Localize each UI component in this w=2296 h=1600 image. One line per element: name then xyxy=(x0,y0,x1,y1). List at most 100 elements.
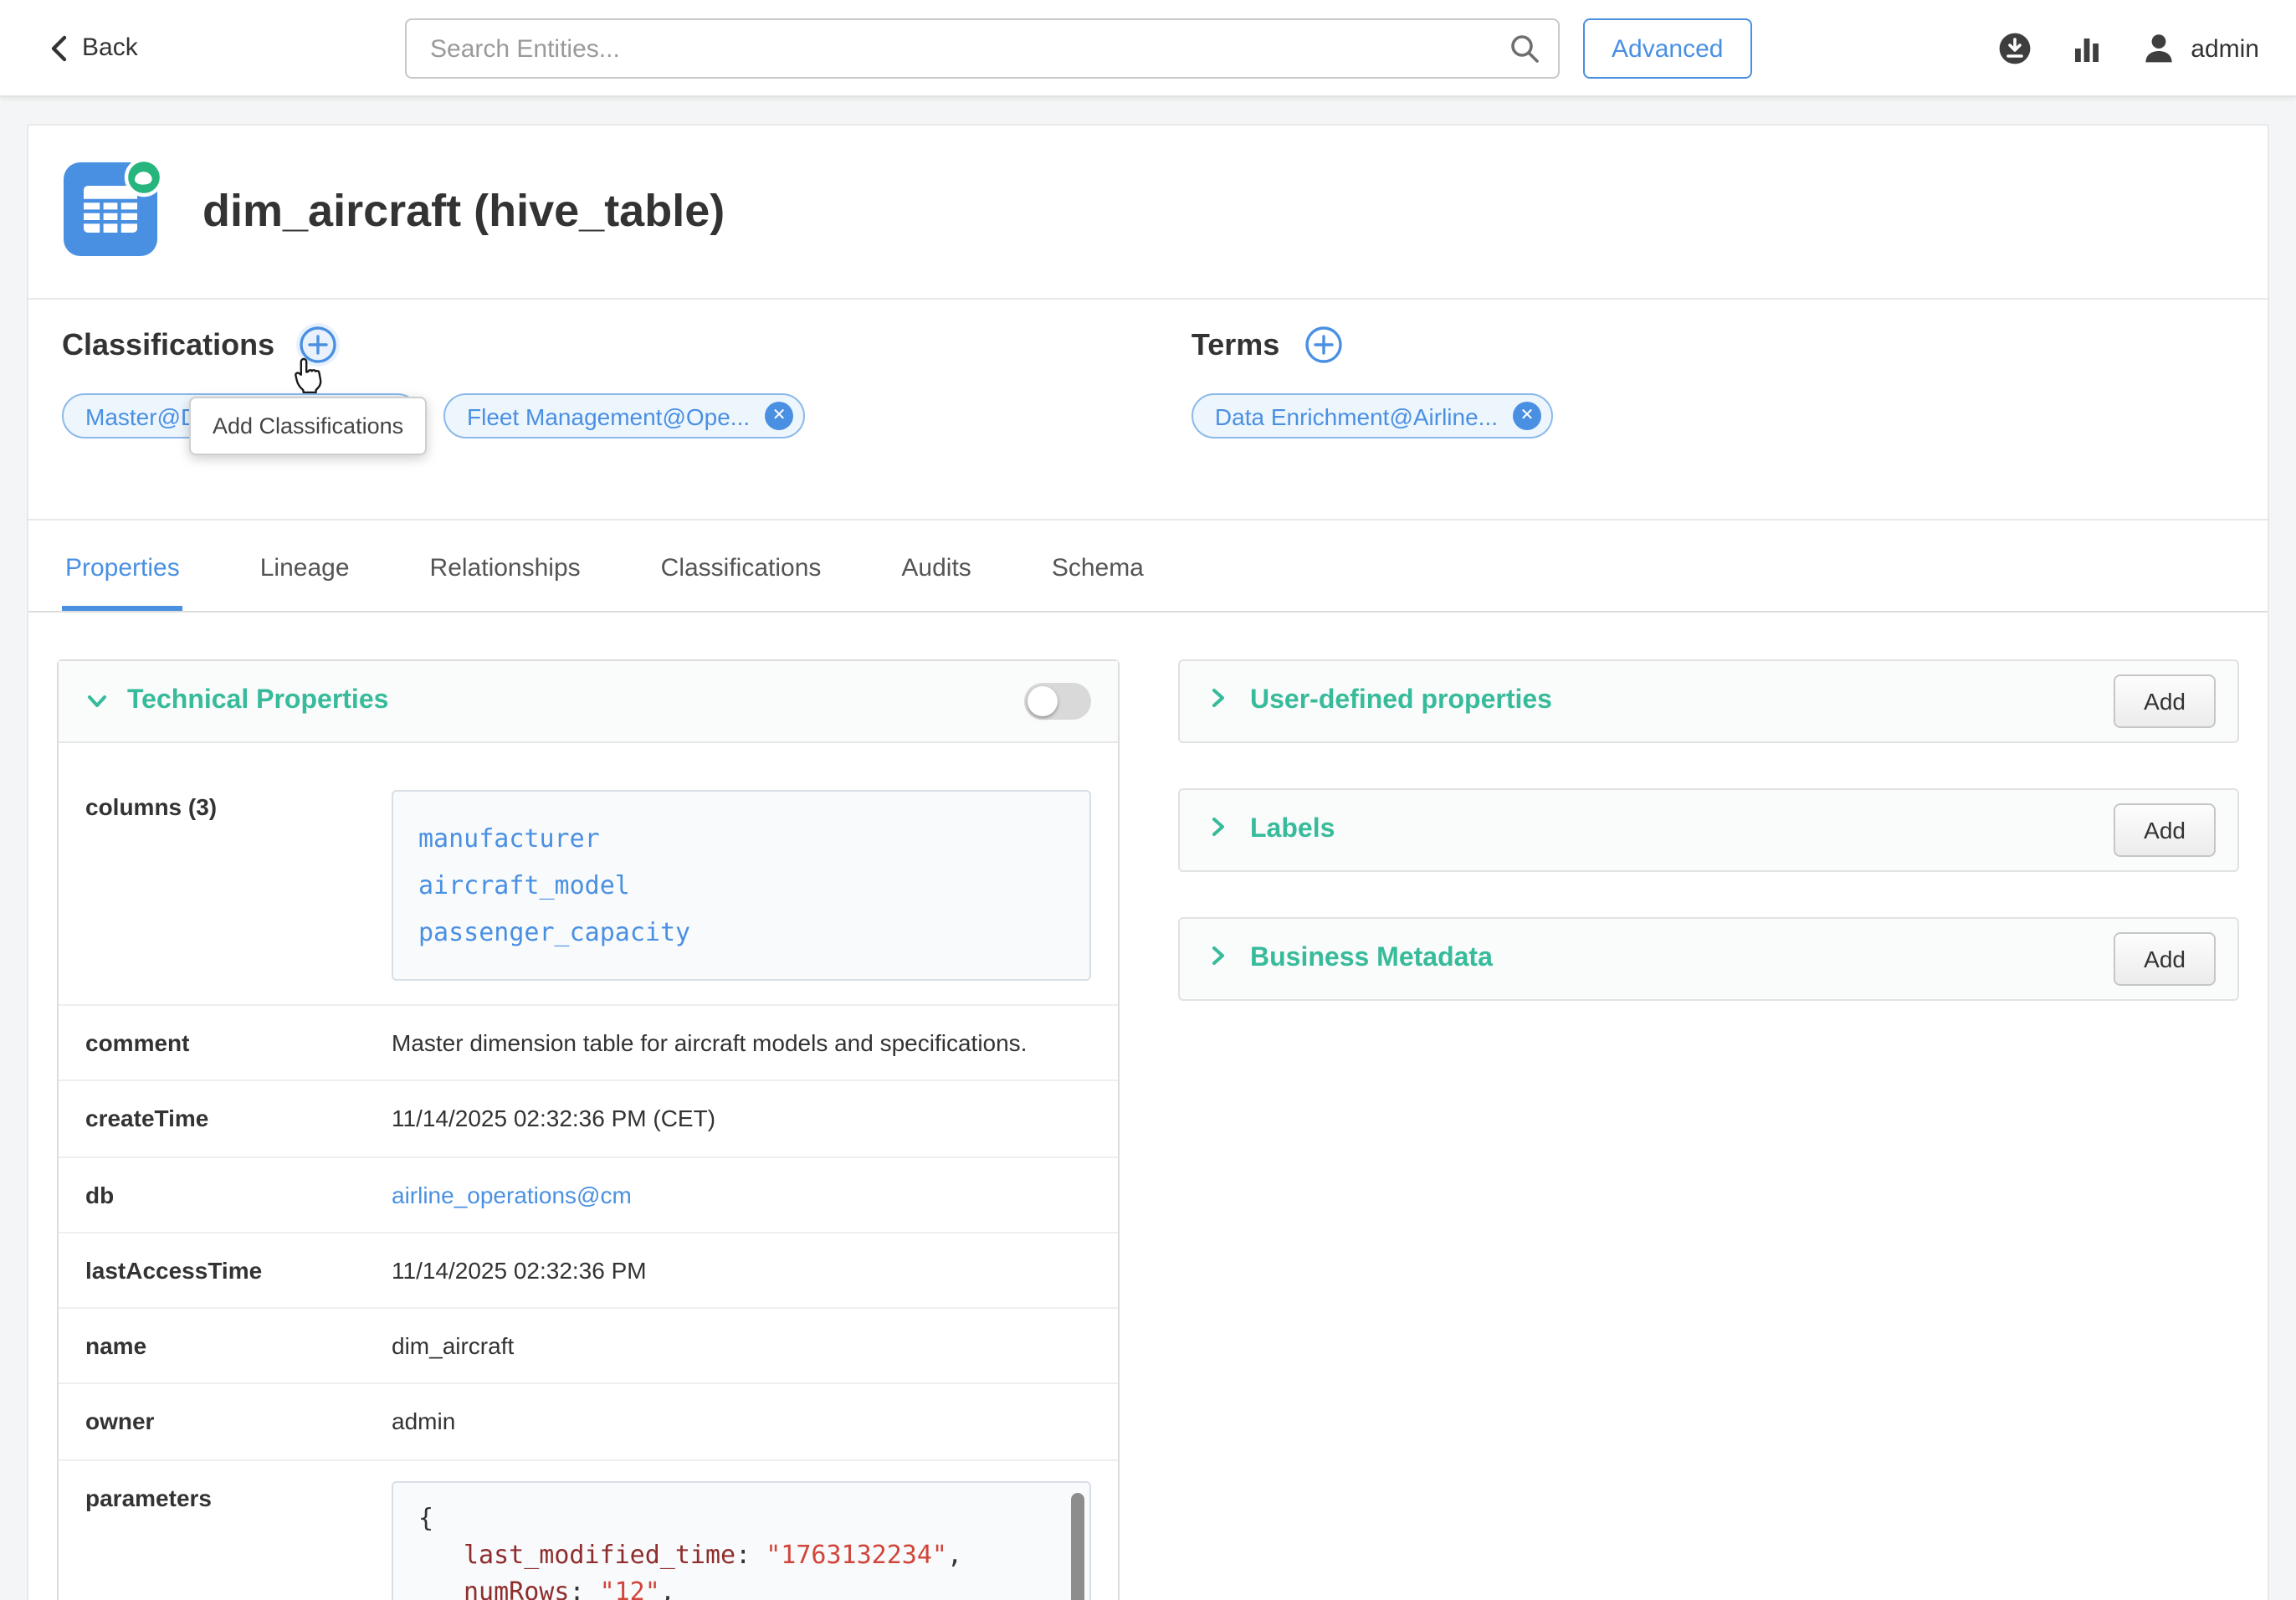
property-row-owner: owneradmin xyxy=(59,1385,1118,1461)
add-classification-button[interactable] xyxy=(296,323,340,367)
json-colon: : xyxy=(735,1540,766,1570)
properties-tab-body: Technical Properties columns (3)manufact… xyxy=(28,613,2268,1600)
property-key: name xyxy=(85,1329,392,1363)
panel-title: User-defined properties xyxy=(1250,686,1552,716)
property-row-createtime: createTime11/14/2025 02:32:36 PM (CET) xyxy=(59,1082,1118,1158)
column-name: aircraft_model xyxy=(418,862,1064,909)
username-label: admin xyxy=(2191,34,2259,63)
advanced-search-button[interactable]: Advanced xyxy=(1583,18,1751,79)
json-key: numRows xyxy=(464,1577,569,1600)
property-value: 11/14/2025 02:32:36 PM (CET) xyxy=(392,1102,1091,1136)
property-value: airline_operations@cm xyxy=(392,1177,1091,1212)
classification-tag[interactable]: Fleet Management@Ope... ✕ xyxy=(443,393,805,438)
property-row-name: namedim_aircraft xyxy=(59,1309,1118,1385)
technical-properties-header[interactable]: Technical Properties xyxy=(59,661,1118,743)
property-key: db xyxy=(85,1177,392,1212)
property-value: {last_modified_time: "1763132234",numRow… xyxy=(392,1481,1091,1600)
property-key: owner xyxy=(85,1405,392,1439)
panel-business-metadata: Business Metadata Add xyxy=(1178,917,2239,1001)
json-comma: , xyxy=(660,1577,675,1600)
property-value: dim_aircraft xyxy=(392,1329,1091,1363)
tag-label: Master@D xyxy=(85,403,197,429)
toggle-knob xyxy=(1028,686,1058,716)
back-label: Back xyxy=(82,33,138,62)
term-tag[interactable]: Data Enrichment@Airline... ✕ xyxy=(1192,393,1553,438)
property-row-parameters: parameters{last_modified_time: "17631322… xyxy=(59,1461,1118,1600)
technical-properties-title: Technical Properties xyxy=(127,686,388,716)
tab-schema[interactable]: Schema xyxy=(1048,521,1147,611)
user-icon xyxy=(2140,30,2177,67)
property-row-columns-3: columns (3)manufactureraircraft_modelpas… xyxy=(59,743,1118,1006)
json-open-brace: { xyxy=(418,1500,1064,1536)
tab-audits[interactable]: Audits xyxy=(898,521,974,611)
property-rows: columns (3)manufactureraircraft_modelpas… xyxy=(59,743,1118,1600)
property-key: lastAccessTime xyxy=(85,1254,392,1288)
tag-label: Data Enrichment@Airline... xyxy=(1215,403,1498,429)
page-title: dim_aircraft (hive_table) xyxy=(202,186,725,238)
columns-codebox: manufactureraircraft_modelpassenger_capa… xyxy=(392,790,1091,981)
technical-properties-toggle[interactable] xyxy=(1024,683,1091,720)
entity-tabs: Properties Lineage Relationships Classifica… xyxy=(28,521,2268,613)
panel-title: Business Metadata xyxy=(1250,944,1493,974)
chevron-down-icon xyxy=(85,690,109,713)
add-classifications-tooltip: Add Classifications xyxy=(189,397,427,455)
parameters-codebox: {last_modified_time: "1763132234",numRow… xyxy=(392,1481,1091,1600)
property-key: parameters xyxy=(85,1481,392,1600)
search-icon[interactable] xyxy=(1508,32,1541,74)
property-row-lastaccesstime: lastAccessTime11/14/2025 02:32:36 PM xyxy=(59,1233,1118,1310)
hive-table-icon xyxy=(62,157,166,266)
property-value: 11/14/2025 02:32:36 PM xyxy=(392,1254,1091,1288)
classifications-label: Classifications xyxy=(62,327,274,362)
remove-tag-icon[interactable]: ✕ xyxy=(1513,402,1541,430)
download-icon[interactable] xyxy=(1996,30,2033,67)
json-colon: : xyxy=(569,1577,599,1600)
classification-terms-section: Classifications Master@D✕Fleet Managemen… xyxy=(28,300,2268,521)
chevron-left-icon xyxy=(50,34,67,61)
statistics-icon[interactable] xyxy=(2070,32,2104,65)
panel-title: Labels xyxy=(1250,815,1335,845)
tab-classifications[interactable]: Classifications xyxy=(658,521,825,611)
tab-lineage[interactable]: Lineage xyxy=(257,521,353,611)
terms-label: Terms xyxy=(1192,327,1279,362)
json-value: "1763132234" xyxy=(766,1540,947,1570)
add-button[interactable]: Add xyxy=(2114,803,2216,857)
property-key: comment xyxy=(85,1026,392,1060)
search-bar xyxy=(405,18,1560,79)
technical-properties-panel: Technical Properties columns (3)manufact… xyxy=(57,659,1120,1600)
json-entry: last_modified_time: "1763132234", xyxy=(418,1536,1064,1573)
panel-labels: Labels Add xyxy=(1178,788,2239,872)
add-button[interactable]: Add xyxy=(2114,932,2216,986)
panel-user-defined-properties: User-defined properties Add xyxy=(1178,659,2239,743)
property-row-comment: commentMaster dimension table for aircra… xyxy=(59,1006,1118,1082)
tab-relationships[interactable]: Relationships xyxy=(427,521,584,611)
property-link[interactable]: airline_operations@cm xyxy=(392,1181,632,1208)
chevron-right-icon[interactable] xyxy=(1207,814,1230,846)
property-key: columns (3) xyxy=(85,790,392,981)
json-key: last_modified_time xyxy=(464,1540,735,1570)
entity-header: dim_aircraft (hive_table) xyxy=(28,126,2268,300)
terms-block: Terms Data Enrichment@Airline... ✕ xyxy=(1192,323,1553,438)
property-value: Master dimension table for aircraft mode… xyxy=(392,1026,1091,1060)
remove-tag-icon[interactable]: ✕ xyxy=(765,402,793,430)
tag-label: Fleet Management@Ope... xyxy=(467,403,750,429)
scrollbar-thumb[interactable] xyxy=(1071,1493,1084,1600)
chevron-right-icon[interactable] xyxy=(1207,685,1230,717)
term-tags: Data Enrichment@Airline... ✕ xyxy=(1192,393,1553,438)
json-entry: numRows: "12", xyxy=(418,1573,1064,1600)
add-button[interactable]: Add xyxy=(2114,674,2216,728)
top-right-actions: admin xyxy=(1996,0,2259,97)
entity-detail-card: dim_aircraft (hive_table) Classification… xyxy=(27,124,2269,1600)
back-button[interactable]: Back xyxy=(50,33,138,62)
json-comma: , xyxy=(947,1540,962,1570)
top-bar: Back Advanced admin xyxy=(0,0,2296,97)
atlas-entity-page: Back Advanced admin xyxy=(0,0,2296,1600)
add-term-button[interactable] xyxy=(1301,323,1345,367)
search-input[interactable] xyxy=(405,18,1560,79)
property-key: createTime xyxy=(85,1102,392,1136)
tab-properties[interactable]: Properties xyxy=(62,521,183,611)
chevron-right-icon[interactable] xyxy=(1207,943,1230,975)
user-menu[interactable]: admin xyxy=(2140,30,2259,67)
property-value: admin xyxy=(392,1405,1091,1439)
json-value: "12" xyxy=(600,1577,660,1600)
column-name: passenger_capacity xyxy=(418,909,1064,956)
